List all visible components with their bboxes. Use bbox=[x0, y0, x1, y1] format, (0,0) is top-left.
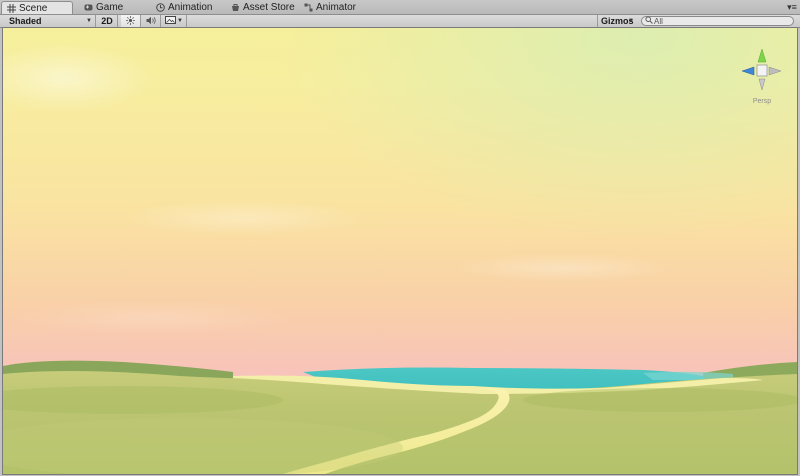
mode-2d-toggle[interactable]: 2D bbox=[97, 15, 118, 27]
chevron-down-icon: ▼ bbox=[177, 18, 183, 24]
draw-mode-label: Shaded bbox=[9, 16, 42, 26]
tab-game[interactable]: Game bbox=[79, 1, 149, 14]
projection-label[interactable]: Persp bbox=[741, 98, 783, 105]
animation-clock-icon bbox=[155, 3, 165, 13]
window-menu-icon[interactable]: ▾≡ bbox=[786, 2, 798, 12]
image-icon bbox=[165, 16, 176, 26]
editor-tab-bar: Scene Game Animation Asset Store Animato… bbox=[0, 0, 800, 15]
tab-asset-store[interactable]: Asset Store bbox=[226, 1, 300, 14]
tab-label: Game bbox=[96, 2, 124, 13]
search-value: All bbox=[654, 16, 663, 26]
scene-audio-toggle[interactable] bbox=[141, 15, 161, 27]
chevron-down-icon: ▼ bbox=[86, 18, 92, 24]
scene-lighting-toggle[interactable] bbox=[121, 15, 141, 27]
animator-icon bbox=[303, 3, 313, 13]
tab-label: Animation bbox=[168, 2, 213, 13]
draw-mode-dropdown[interactable]: Shaded ▼ bbox=[0, 15, 96, 27]
asset-store-icon bbox=[230, 3, 240, 13]
scene-orientation-gizmo[interactable] bbox=[737, 46, 787, 96]
gizmos-dropdown[interactable]: Gizmos ▼ bbox=[597, 15, 637, 27]
hierarchy-search-field[interactable]: All bbox=[641, 16, 794, 26]
tab-animation[interactable]: Animation bbox=[151, 1, 225, 14]
tab-animator[interactable]: Animator bbox=[299, 1, 373, 14]
scene-effects-dropdown[interactable]: ▼ bbox=[161, 15, 187, 27]
speaker-icon bbox=[146, 16, 156, 27]
sun-icon bbox=[126, 15, 135, 27]
scene-viewport[interactable]: Persp bbox=[3, 28, 797, 474]
scene-toolbar: Shaded ▼ 2D ▼ Gizmos ▼ All bbox=[0, 15, 800, 28]
tab-scene[interactable]: Scene bbox=[1, 1, 73, 14]
scene-render bbox=[3, 28, 797, 474]
mode-2d-label: 2D bbox=[101, 16, 113, 26]
game-icon bbox=[83, 3, 93, 13]
chevron-down-icon: ▼ bbox=[628, 18, 634, 24]
tab-label: Scene bbox=[19, 2, 48, 14]
tab-label: Asset Store bbox=[243, 2, 295, 13]
tab-label: Animator bbox=[316, 2, 357, 13]
search-icon bbox=[645, 16, 653, 26]
grid-icon bbox=[6, 3, 16, 13]
